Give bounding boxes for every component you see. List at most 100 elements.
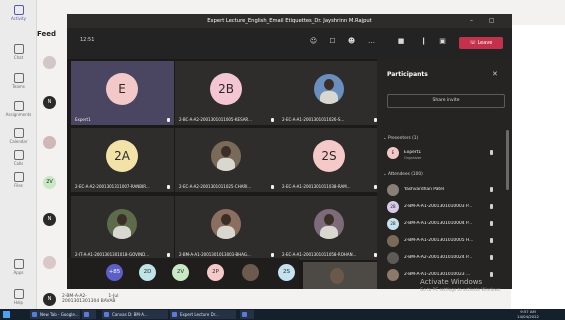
- mic-icon: [490, 255, 493, 260]
- participant-row[interactable]: 2-BM-A-A2-2001301010024 P...: [387, 251, 505, 265]
- participant-name: 2-IT-A-A1-2001301301018-GOVIND...: [75, 252, 149, 257]
- participants-scrollbar[interactable]: [506, 130, 509, 190]
- rail-item-label: Assignments: [5, 112, 32, 117]
- video-tile[interactable]: 2-EC-A-A2-2001301011025-CHARI...: [175, 128, 278, 192]
- rail-item-label: Help: [13, 300, 24, 305]
- participant-avatar: 2S: [313, 140, 345, 172]
- mic-icon: [271, 185, 274, 189]
- presenters-header[interactable]: ⌄ Presenters (1): [383, 136, 418, 141]
- rail-item-teams[interactable]: Teams: [0, 73, 37, 95]
- video-tile[interactable]: 2-IT-A-A1-2001301301018-GOVIND...: [71, 196, 174, 260]
- participant-avatar: 2B: [387, 218, 399, 230]
- rail-item-calls[interactable]: Calls: [0, 150, 37, 172]
- person-body: [320, 91, 338, 104]
- participant-row[interactable]: 2B 2-BM-A-A1-2001301010004 P...: [387, 217, 505, 231]
- windows-start-icon[interactable]: [3, 311, 10, 318]
- rail-item-help[interactable]: Help: [0, 289, 37, 311]
- participant-name: Expert1: [75, 117, 91, 122]
- person-body: [320, 226, 338, 239]
- share-invite-label: Share invite: [432, 98, 460, 103]
- rail-item-chat[interactable]: Chat: [0, 44, 37, 66]
- reactions-icon[interactable]: ☻: [346, 36, 357, 46]
- mic-icon: [167, 253, 170, 257]
- video-tile[interactable]: 2B 2-BC-A-A2-2001301011005-KESAR...: [175, 61, 278, 125]
- participant-name: 2-BM-A-A1-2001301010004 P...: [404, 221, 473, 226]
- calendar-icon: [13, 128, 24, 138]
- participant-name: 2-BC-A-A2-2001301011005-KESAR...: [179, 117, 252, 122]
- feed-avatar[interactable]: [43, 56, 56, 69]
- participant-row[interactable]: 2B 2-BM-A-A1-2001301010003 P...: [387, 200, 505, 214]
- rail-item-label: Chat: [13, 55, 24, 60]
- microphone-icon[interactable]: ❙: [418, 36, 429, 46]
- meeting-timer: 12:51: [80, 37, 95, 43]
- video-tile[interactable]: 2-EC-A-A1-2001301011058-ROHAN...: [278, 196, 381, 260]
- participant-name: 2-BM-A-A1-2001301013003-BHAG...: [179, 252, 251, 257]
- participant-name: Expert1: [404, 150, 422, 155]
- participant-row[interactable]: E Expert1 Organizer: [387, 146, 505, 160]
- feed-avatar[interactable]: N: [43, 213, 56, 226]
- leave-button[interactable]: ☏ Leave: [459, 37, 503, 49]
- participant-avatar: 2B: [210, 73, 242, 105]
- more-options-icon[interactable]: …: [366, 36, 377, 46]
- rail-item-label: Apps: [13, 270, 24, 275]
- attendees-header-label: Attendees (100): [387, 172, 423, 177]
- taskbar-item[interactable]: Canvas D: BM-A...: [102, 310, 168, 319]
- rail-item-assignments[interactable]: Assignments: [0, 101, 37, 123]
- participant-row[interactable]: 2-BM-A-A1-2001301010005 H...: [387, 234, 505, 248]
- participant-photo: [314, 209, 344, 239]
- feed-avatar[interactable]: [43, 136, 56, 149]
- overflow-avatar[interactable]: [242, 264, 259, 281]
- camera-icon[interactable]: ■: [396, 36, 406, 46]
- share-invite-button[interactable]: Share invite: [387, 94, 505, 108]
- person-body: [113, 226, 131, 239]
- share-screen-icon[interactable]: ▣: [437, 36, 448, 46]
- participant-role: Organizer: [404, 156, 422, 160]
- video-tile[interactable]: 2S 2-EC-A-A1-2001301011038-RAM...: [278, 128, 381, 192]
- feed-avatar[interactable]: [43, 256, 56, 269]
- person-head: [324, 214, 334, 225]
- participant-avatar: [387, 252, 399, 264]
- activate-windows-watermark: Activate Windows: [420, 278, 483, 286]
- people-icon[interactable]: ☺: [308, 36, 319, 46]
- video-tile[interactable]: 2A 2-EC-A-A2-2001301311007-RANBIR...: [71, 128, 174, 192]
- rail-item-label: Teams: [12, 84, 25, 89]
- participants-title: Participants: [387, 71, 428, 78]
- participant-photo: [211, 209, 241, 239]
- mic-icon: [167, 185, 170, 189]
- feed-item-last[interactable]: 2-BM-A-A2- 1-Jul 2001301301304 BAVAB: [62, 294, 119, 304]
- video-tile[interactable]: 2-BM-A-A1-2001301013003-BHAG...: [175, 196, 278, 260]
- window-controls[interactable]: – ▢ ✕: [470, 14, 510, 38]
- apps-icon: [13, 259, 24, 269]
- video-tile[interactable]: E Expert1: [71, 61, 174, 125]
- feed-avatar[interactable]: N: [43, 96, 56, 109]
- feed-avatar[interactable]: N: [43, 293, 56, 306]
- chat-icon[interactable]: ☐: [327, 36, 338, 46]
- overflow-avatar[interactable]: 2P: [207, 264, 224, 281]
- feed-avatar[interactable]: 2V: [43, 176, 56, 189]
- overflow-avatar[interactable]: 2V: [172, 264, 189, 281]
- mic-icon: [490, 221, 493, 226]
- overflow-avatar[interactable]: 2D: [139, 264, 156, 281]
- rail-item-files[interactable]: Files: [0, 172, 37, 194]
- attendees-header[interactable]: ⌄ Attendees (100): [383, 172, 423, 177]
- overflow-avatar[interactable]: +85: [106, 264, 123, 281]
- rail-item-calendar[interactable]: Calendar: [0, 128, 37, 150]
- help-icon: [13, 289, 24, 299]
- rail-item-apps[interactable]: Apps: [0, 259, 37, 281]
- participant-name: 2-EC-A-A2-2001301011025-CHARI...: [179, 184, 252, 189]
- rail-item-activity[interactable]: Activity: [0, 5, 37, 27]
- taskbar-item[interactable]: New Tab - Google...: [30, 310, 80, 319]
- participant-name: 2-EC-A-A1-2001301011038-RAM...: [282, 184, 351, 189]
- taskbar-item[interactable]: [240, 310, 254, 319]
- window-title: Expert Lecture_English_Email Etiquettes_…: [67, 14, 512, 28]
- video-tile[interactable]: 2-EC-A-A1-2001301011026-S...: [278, 61, 381, 125]
- mic-icon: [490, 150, 493, 155]
- system-clock[interactable]: 9:57 AM 14/04/2022: [508, 309, 548, 319]
- taskbar-item[interactable]: Expert Lecture Dr...: [170, 310, 236, 319]
- participant-row[interactable]: Yashvardhan Patel: [387, 183, 505, 197]
- participant-avatar: E: [387, 147, 399, 159]
- overflow-avatar[interactable]: 2S: [278, 264, 295, 281]
- close-icon[interactable]: ✕: [492, 70, 498, 78]
- feed-item-id: 2001301301304 BAVAB: [62, 299, 116, 304]
- taskbar-item[interactable]: [82, 310, 96, 319]
